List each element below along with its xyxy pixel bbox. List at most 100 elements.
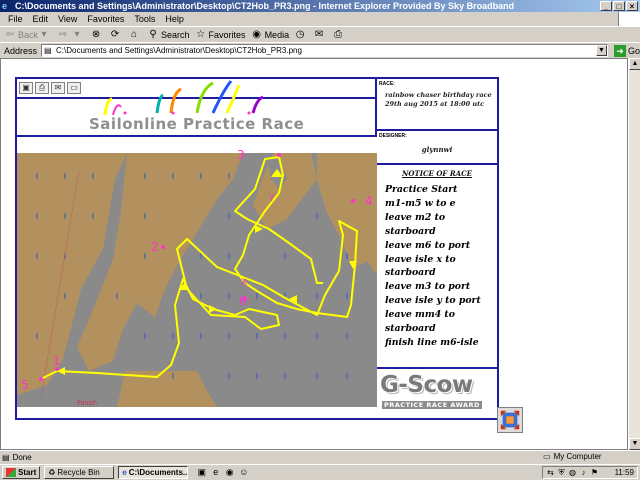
printer-icon: ⎙ — [334, 28, 343, 40]
recycle-bin-icon: ♻ — [48, 468, 56, 477]
media-icon: ◉ — [252, 28, 261, 40]
media-button[interactable]: ◉ Media — [251, 28, 289, 41]
notice-title: NOTICE OF RACE — [402, 169, 472, 178]
window-title: C:\Documents and Settings\Administrator\… — [15, 1, 515, 11]
ie-icon: e — [2, 1, 8, 11]
taskbar-item-label: C:\Documents... — [128, 468, 189, 477]
race-info: RACE: rainbow chaser birthday race 29th … — [377, 79, 497, 131]
notice-of-race: NOTICE OF RACE Practice Start m1-m5 w to… — [377, 165, 497, 369]
poster-header: ▣ ⎙ ✉ ▭ Sailonline Practice Race — [17, 79, 377, 137]
gscow-title: G-Scow — [380, 372, 473, 398]
scroll-up-button[interactable]: ▲ — [629, 58, 640, 70]
print-button[interactable]: ⎙ — [332, 29, 346, 41]
mail-button[interactable]: ✉ — [313, 29, 327, 41]
notice-line: leave mm4 to — [385, 309, 455, 321]
status-text: Done — [12, 453, 32, 462]
expand-image-icon[interactable] — [497, 407, 523, 433]
window-controls: _ □ × — [600, 1, 638, 11]
title-bar: e C:\Documents and Settings\Administrato… — [0, 0, 640, 12]
gscow-award-logo: G-Scow PRACTICE RACE AWARD — [377, 369, 497, 418]
back-arrow-icon: ⇦ — [5, 28, 15, 40]
windows-flag-icon — [6, 468, 16, 477]
globe-icon[interactable]: ◍ — [568, 468, 577, 477]
desktop-icon[interactable]: ▣ — [196, 467, 207, 478]
menu-help[interactable]: Help — [165, 14, 184, 24]
gscow-subtitle: PRACTICE RACE AWARD — [382, 401, 482, 409]
dropdown-icon: ▾ — [74, 28, 80, 40]
network-icon[interactable]: ⇆ — [546, 468, 555, 477]
page-icon: ▤ — [2, 453, 10, 462]
menu-view[interactable]: View — [58, 14, 77, 24]
menu-favorites[interactable]: Favorites — [87, 14, 124, 24]
notice-line: leave isle x to — [385, 253, 456, 265]
maximize-button[interactable]: □ — [613, 1, 625, 11]
home-icon: ⌂ — [130, 28, 138, 40]
address-input[interactable]: ▤ C:\Documents and Settings\Administrato… — [41, 44, 608, 57]
vertical-scrollbar[interactable]: ▲ ▼ — [628, 58, 640, 450]
forward-button[interactable]: ⇨ ▾ — [57, 29, 85, 41]
mark-3-label: 3 — [237, 148, 245, 162]
notice-line: leave isle y to port — [385, 295, 481, 307]
favorites-button[interactable]: ☆ Favorites — [195, 29, 246, 41]
stop-button[interactable]: ⊗ — [90, 29, 104, 41]
history-icon: ◷ — [295, 28, 305, 40]
mark-2-label: 2 — [151, 240, 159, 254]
status-done: ▤ Done — [0, 453, 300, 462]
media-player-icon[interactable]: ◉ — [224, 467, 235, 478]
address-value: C:\Documents and Settings\Administrator\… — [56, 46, 302, 55]
brand-title: Sailonline Practice Race — [89, 115, 305, 133]
designer-info: DESIGNER: glynnwi — [377, 131, 497, 165]
isle-x-label: X — [241, 278, 247, 288]
ie-quick-icon[interactable]: e — [210, 467, 221, 478]
taskbar-item-recycle-bin[interactable]: ♻ Recycle Bin — [44, 466, 115, 479]
go-button[interactable]: ➜ Go — [613, 44, 640, 57]
menu-file[interactable]: File — [8, 14, 23, 24]
system-tray: ⇆ ⛨ ◍ ♪ ⚑ 11:59 — [542, 466, 638, 479]
volume-icon[interactable]: ♪ — [579, 468, 588, 477]
search-button[interactable]: ⚲ Search — [147, 28, 189, 41]
messenger-icon[interactable]: ☺ — [238, 467, 249, 478]
notice-lines: Practice Start m1-m5 w to e leave m2 to … — [385, 183, 495, 350]
update-icon[interactable]: ⚑ — [590, 468, 599, 477]
stop-icon: ⊗ — [91, 28, 101, 40]
race-poster: ▣ ⎙ ✉ ▭ Sailonline Practice Race 1 2 3 4… — [15, 77, 499, 420]
go-arrow-icon: ➜ — [613, 44, 626, 57]
clock[interactable]: 11:59 — [615, 468, 634, 477]
race-date: 29th aug 2015 at 18:00 utc — [385, 100, 485, 108]
search-icon: ⚲ — [149, 28, 157, 40]
close-button[interactable]: × — [626, 1, 638, 11]
back-button[interactable]: ⇦ Back ▾ — [4, 29, 52, 41]
menu-bar: File Edit View Favorites Tools Help — [0, 12, 640, 26]
mark-5-label: 5 — [21, 378, 29, 392]
mark-4-label: 4 — [365, 194, 373, 208]
address-label: Address — [4, 45, 38, 56]
race-info-column: RACE: rainbow chaser birthday race 29th … — [377, 79, 497, 418]
menu-edit[interactable]: Edit — [33, 14, 49, 24]
ie-icon: e — [122, 468, 127, 477]
race-label: RACE: — [379, 81, 395, 87]
tray-icons: ⇆ ⛨ ◍ ♪ ⚑ — [546, 468, 599, 477]
taskbar-item-ie-window[interactable]: e C:\Documents... — [118, 466, 189, 479]
start-button[interactable]: Start — [2, 466, 41, 479]
dropdown-icon: ▾ — [41, 28, 47, 40]
go-label: Go — [627, 45, 640, 56]
designer-label: DESIGNER: — [379, 133, 407, 139]
star-icon: ☆ — [196, 28, 206, 40]
minimize-button[interactable]: _ — [600, 1, 612, 11]
menu-tools[interactable]: Tools — [134, 14, 155, 24]
history-button[interactable]: ◷ — [294, 29, 308, 41]
notice-line: leave m2 to — [385, 211, 446, 223]
shield-icon[interactable]: ⛨ — [557, 468, 566, 477]
isle-y-label: Y — [268, 194, 275, 204]
refresh-button[interactable]: ⟳ — [109, 29, 123, 41]
favorites-label: Favorites — [208, 29, 246, 40]
notice-line: Practice Start — [385, 184, 458, 195]
security-zone: ▭ My Computer — [543, 452, 602, 461]
home-button[interactable]: ⌂ — [128, 29, 142, 41]
status-bar: ▤ Done ▭ My Computer — [0, 450, 640, 464]
computer-icon: ▭ — [543, 452, 551, 461]
address-dropdown-button[interactable]: ▼ — [595, 45, 607, 56]
quick-launch: ▣ e ◉ ☺ — [196, 467, 249, 478]
scroll-down-button[interactable]: ▼ — [629, 438, 640, 450]
notice-line: starboard — [385, 323, 436, 335]
